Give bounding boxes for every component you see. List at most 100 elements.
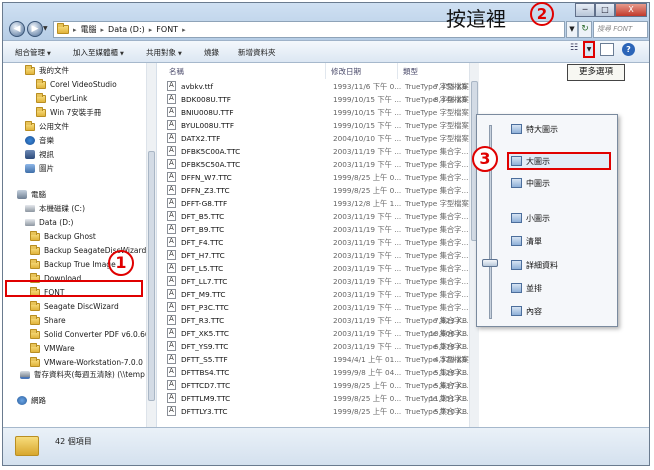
nav-item-my-documents[interactable]: 我的文件 [25, 64, 69, 77]
nav-item-temp-share[interactable]: 暫存資料夾(每週五清除) (\\temp [20, 368, 145, 381]
file-date: 1999/8/25 上午 0... [333, 394, 402, 403]
minimize-button[interactable]: ─ [575, 3, 595, 17]
file-date: 1999/8/25 上午 0... [333, 173, 402, 182]
refresh-icon[interactable]: ↻ [578, 21, 592, 38]
file-row[interactable]: BYUL008U.TTF 1999/10/15 下午 ...TrueType 字型… [167, 119, 469, 132]
nav-item-drive-c[interactable]: 本機磁碟 (C:) [25, 202, 85, 215]
maximize-button[interactable]: □ [595, 3, 615, 17]
nav-item-vmware[interactable]: VMWare [30, 342, 75, 355]
nav-item-share[interactable]: Share [30, 314, 66, 327]
file-row[interactable]: DFT_M9.TTC 2003/11/19 下午 ...TrueType 集合字.… [167, 288, 468, 301]
caret-icon: ▼ [178, 51, 182, 57]
view-slider-handle[interactable] [482, 259, 498, 267]
file-size: 8,446 KB [434, 95, 467, 104]
column-name[interactable]: 名稱 [169, 66, 184, 78]
file-row[interactable]: DFFT-G8.TTF 1993/12/8 上午 1...TrueType 字型檔… [167, 197, 469, 210]
nav-item-backup-ghost[interactable]: Backup Ghost [30, 230, 96, 243]
column-date[interactable]: 修改日期 [331, 66, 361, 78]
file-name: DFT_YS9.TTC [181, 342, 229, 351]
nav-item-computer[interactable]: 電腦 [17, 188, 46, 201]
nav-label: 圖片 [39, 164, 54, 173]
file-date: 1999/10/15 下午 ... [333, 95, 402, 104]
file-type: TrueType 集合字... [405, 264, 469, 273]
file-name: DFTTBS4.TTC [181, 368, 230, 377]
file-row[interactable]: DFFN_W7.TTC 1999/8/25 上午 0...TrueType 集合字… [167, 171, 468, 184]
folder-icon [30, 356, 40, 367]
nav-item-corel[interactable]: Corel VideoStudio [36, 78, 117, 91]
breadcrumb-drive[interactable]: Data (D:) [108, 25, 145, 34]
close-button[interactable]: X [615, 3, 647, 17]
file-name: DFT_R3.TTC [181, 316, 225, 325]
nav-scrollbar[interactable] [146, 63, 156, 427]
new-folder-button[interactable]: 新增資料夾 [238, 47, 276, 58]
nav-item-network[interactable]: 網路 [17, 394, 46, 407]
file-name: DFT_M9.TTC [181, 290, 226, 299]
more-options-button[interactable]: ▼ [583, 41, 595, 58]
search-input[interactable]: 搜尋 FONT [593, 21, 648, 38]
file-type: TrueType 集合字... [405, 238, 469, 247]
file-date: 1999/9/8 上午 04... [333, 368, 402, 377]
file-row[interactable]: DFT_B9.TTC 2003/11/19 下午 ...TrueType 集合字.… [167, 223, 468, 236]
font-file-icon [167, 263, 176, 273]
font-file-icon [167, 341, 176, 351]
file-row[interactable]: DFT_P3C.TTC 2003/11/19 下午 ...TrueType 集合字… [167, 301, 468, 314]
column-type[interactable]: 類型 [403, 66, 418, 78]
nav-item-music[interactable]: 音樂 [25, 134, 54, 147]
file-row[interactable]: DFBK5C50A.TTC 2003/11/19 下午 ...TrueType 集… [167, 158, 468, 171]
nav-item-drive-d[interactable]: Data (D:) [25, 216, 73, 229]
font-file-icon [167, 237, 176, 247]
file-name: DFTT_S5.TTF [181, 355, 228, 364]
forward-icon[interactable]: ▶ [27, 21, 43, 37]
help-icon[interactable]: ? [622, 43, 635, 56]
back-icon[interactable]: ◀ [9, 21, 25, 37]
view-medium-icons[interactable]: 中圖示 [511, 175, 550, 191]
font-file-icon [167, 133, 176, 143]
nav-item-cyberlink[interactable]: CyberLink [36, 92, 88, 105]
file-row[interactable]: DFBK5C00A.TTC 2003/11/19 下午 ...TrueType 集… [167, 145, 468, 158]
file-row[interactable]: DFT_H7.TTC 2003/11/19 下午 ...TrueType 集合字.… [167, 249, 468, 262]
breadcrumb-folder[interactable]: FONT [156, 25, 178, 34]
column-divider[interactable] [397, 63, 398, 79]
view-tiles[interactable]: 並排 [511, 280, 542, 296]
file-name: DFT_H7.TTC [181, 251, 225, 260]
view-large-icons[interactable]: 大圖示 [511, 153, 550, 169]
file-row[interactable]: DFT_F4.TTC 2003/11/19 下午 ...TrueType 集合字.… [167, 236, 469, 249]
nav-item-public-documents[interactable]: 公用文件 [25, 120, 69, 133]
column-divider[interactable] [325, 63, 326, 79]
file-row[interactable]: BNIU008U.TTF 1999/10/15 下午 ...TrueType 字型… [167, 106, 469, 119]
view-small-icons[interactable]: 小圖示 [511, 210, 550, 226]
folder-icon [30, 328, 40, 339]
file-row[interactable]: DFFN_Z3.TTC 1999/8/25 上午 0...TrueType 集合字… [167, 184, 468, 197]
nav-item-backup-trueimage[interactable]: Backup True Image [30, 258, 116, 271]
folder-icon [30, 258, 40, 269]
view-content[interactable]: 內容 [511, 303, 542, 319]
view-extra-large-icons[interactable]: 特大圖示 [511, 121, 558, 137]
nav-item-videos[interactable]: 視訊 [25, 148, 54, 161]
breadcrumb-separator: ▸ [100, 25, 105, 34]
share-with-menu[interactable]: 共用對象 ▼ [146, 47, 182, 58]
view-list[interactable]: 清單 [511, 233, 542, 249]
file-row[interactable]: DFT_LL7.TTC 2003/11/19 下午 ...TrueType 集合字… [167, 275, 468, 288]
nav-label: Solid Converter PDF v6.0.664 [44, 330, 155, 339]
organize-menu[interactable]: 組合管理 ▼ [15, 47, 51, 58]
nav-scroll-thumb[interactable] [148, 151, 155, 401]
file-row[interactable]: DATX2.TTF 2004/10/10 下午 ...TrueType 字型檔案 [167, 132, 469, 145]
nav-label: VMware-Workstation-7.0.0 [44, 358, 143, 367]
change-view-icon[interactable]: ☷ [566, 43, 582, 56]
view-details[interactable]: 詳細資料 [511, 257, 558, 273]
nav-item-seagate-discwizard[interactable]: Seagate DiscWizard [30, 300, 119, 313]
file-row[interactable]: DFT_L5.TTC 2003/11/19 下午 ...TrueType 集合字.… [167, 262, 469, 275]
folder-icon [25, 120, 35, 131]
address-dropdown-icon[interactable]: ▼ [566, 21, 578, 38]
nav-item-win7-manual[interactable]: Win 7安裝手冊 [36, 106, 101, 119]
file-date: 2003/11/19 下午 ... [333, 277, 402, 286]
breadcrumb-computer[interactable]: 電腦 [81, 24, 97, 35]
font-file-icon [167, 406, 176, 416]
file-row[interactable]: DFT_B5.TTC 2003/11/19 下午 ...TrueType 集合字.… [167, 210, 468, 223]
preview-pane-icon[interactable] [600, 43, 614, 56]
history-dropdown-icon[interactable]: ▼ [43, 25, 51, 33]
burn-button[interactable]: 燒錄 [204, 47, 219, 58]
add-to-library-menu[interactable]: 加入至媒體櫃 ▼ [73, 47, 124, 58]
nav-item-pictures[interactable]: 圖片 [25, 162, 54, 175]
nav-item-solid-converter[interactable]: Solid Converter PDF v6.0.664 [30, 328, 154, 341]
